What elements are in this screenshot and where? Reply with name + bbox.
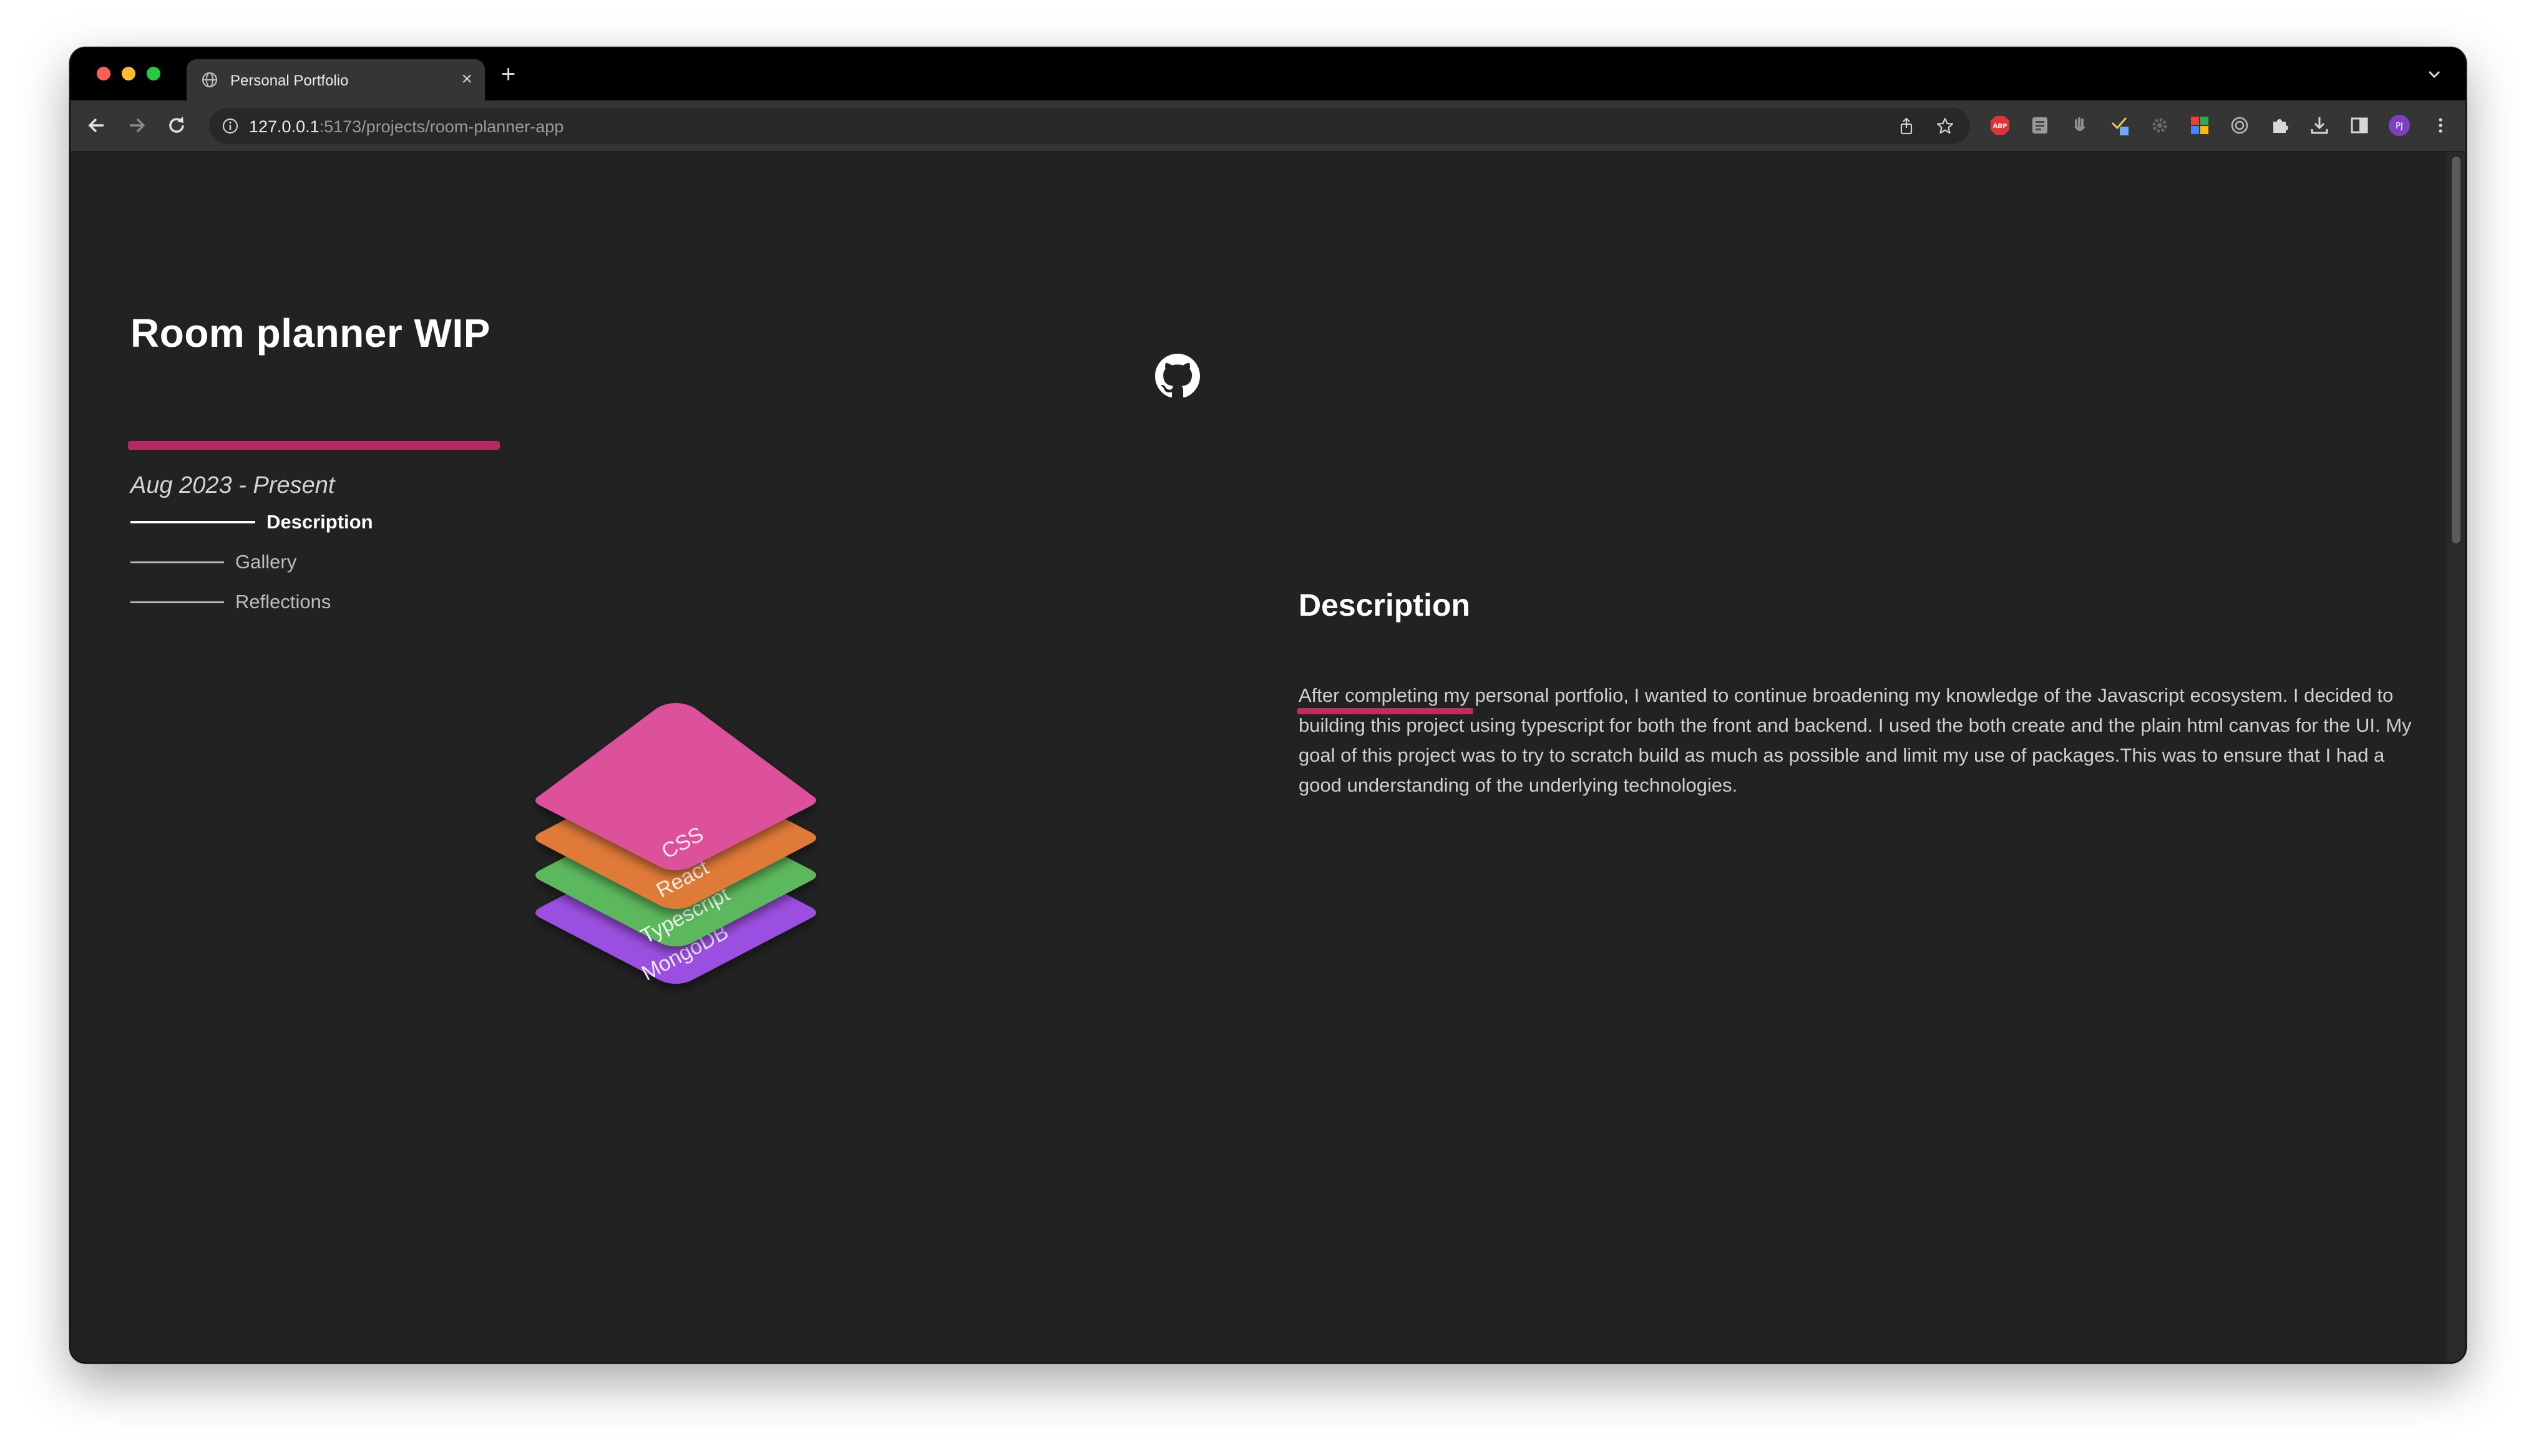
- eyedropper-icon[interactable]: [2109, 114, 2131, 137]
- sidepanel-icon[interactable]: [2348, 114, 2371, 137]
- chevron-down-icon[interactable]: [2426, 66, 2443, 83]
- kebab-menu-icon[interactable]: [2429, 114, 2452, 137]
- url-text: 127.0.0.1:5173/projects/room-planner-app: [249, 117, 563, 137]
- toc-label: Gallery: [235, 551, 297, 573]
- tab-close-icon[interactable]: ×: [461, 68, 472, 90]
- tab-strip: Personal Portfolio × +: [71, 48, 2465, 100]
- toc-label: Reflections: [235, 591, 331, 613]
- browser-toolbar: 127.0.0.1:5173/projects/room-planner-app…: [71, 100, 2465, 152]
- toc-item-description[interactable]: Description: [130, 510, 373, 535]
- project-title: Room planner WIP: [130, 311, 490, 356]
- window-minimize-button[interactable]: [122, 67, 135, 80]
- toc-indicator-line: [130, 601, 224, 603]
- reload-icon[interactable]: [164, 113, 189, 138]
- window-close-button[interactable]: [97, 67, 110, 80]
- url-host: 127.0.0.1: [249, 117, 319, 136]
- back-arrow-icon[interactable]: [84, 113, 109, 138]
- globe-icon: [202, 72, 218, 88]
- scrollbar[interactable]: [2447, 152, 2465, 1362]
- gear-icon[interactable]: [2148, 114, 2171, 137]
- share-icon[interactable]: [1896, 116, 1916, 136]
- url-path: :5173/projects/room-planner-app: [319, 117, 564, 136]
- title-underline: [128, 441, 500, 450]
- profile-initials: PJ: [2396, 122, 2403, 131]
- scrollbar-thumb[interactable]: [2452, 157, 2460, 543]
- browser-window: Personal Portfolio × + 127.0.0.1:5173/pr…: [69, 47, 2467, 1364]
- adblock-icon[interactable]: ABP: [1989, 114, 2011, 137]
- browser-tab[interactable]: Personal Portfolio ×: [187, 59, 485, 100]
- address-bar[interactable]: 127.0.0.1:5173/projects/room-planner-app: [209, 108, 1970, 144]
- tech-stack-illustration: MongoDB Typescript React CSS: [535, 703, 816, 986]
- description-heading: Description: [1299, 588, 1471, 623]
- info-icon[interactable]: [222, 117, 239, 135]
- puzzle-icon[interactable]: [2268, 114, 2291, 137]
- new-tab-button[interactable]: +: [501, 62, 515, 87]
- toc-indicator-line: [130, 561, 224, 563]
- description-text: After completing my personal portfolio, …: [1299, 684, 2412, 796]
- target-icon[interactable]: [2228, 114, 2251, 137]
- toc-label: Description: [266, 511, 373, 533]
- toc-item-gallery[interactable]: Gallery: [130, 550, 296, 575]
- reader-icon[interactable]: [2029, 114, 2051, 137]
- profile-avatar[interactable]: PJ: [2388, 114, 2411, 137]
- hand-icon[interactable]: [2069, 114, 2091, 137]
- toc-item-reflections[interactable]: Reflections: [130, 590, 331, 614]
- tab-title: Personal Portfolio: [230, 72, 349, 89]
- bookmark-star-icon[interactable]: [1935, 116, 1955, 136]
- google-icon[interactable]: [2188, 114, 2211, 137]
- project-date: Aug 2023 - Present: [130, 472, 335, 498]
- window-maximize-button[interactable]: [147, 67, 160, 80]
- toc-indicator-line: [130, 521, 255, 523]
- github-icon[interactable]: [1155, 354, 1200, 399]
- forward-arrow-icon[interactable]: [124, 113, 149, 138]
- svg-text:ABP: ABP: [1993, 123, 2007, 130]
- download-icon[interactable]: [2308, 114, 2331, 137]
